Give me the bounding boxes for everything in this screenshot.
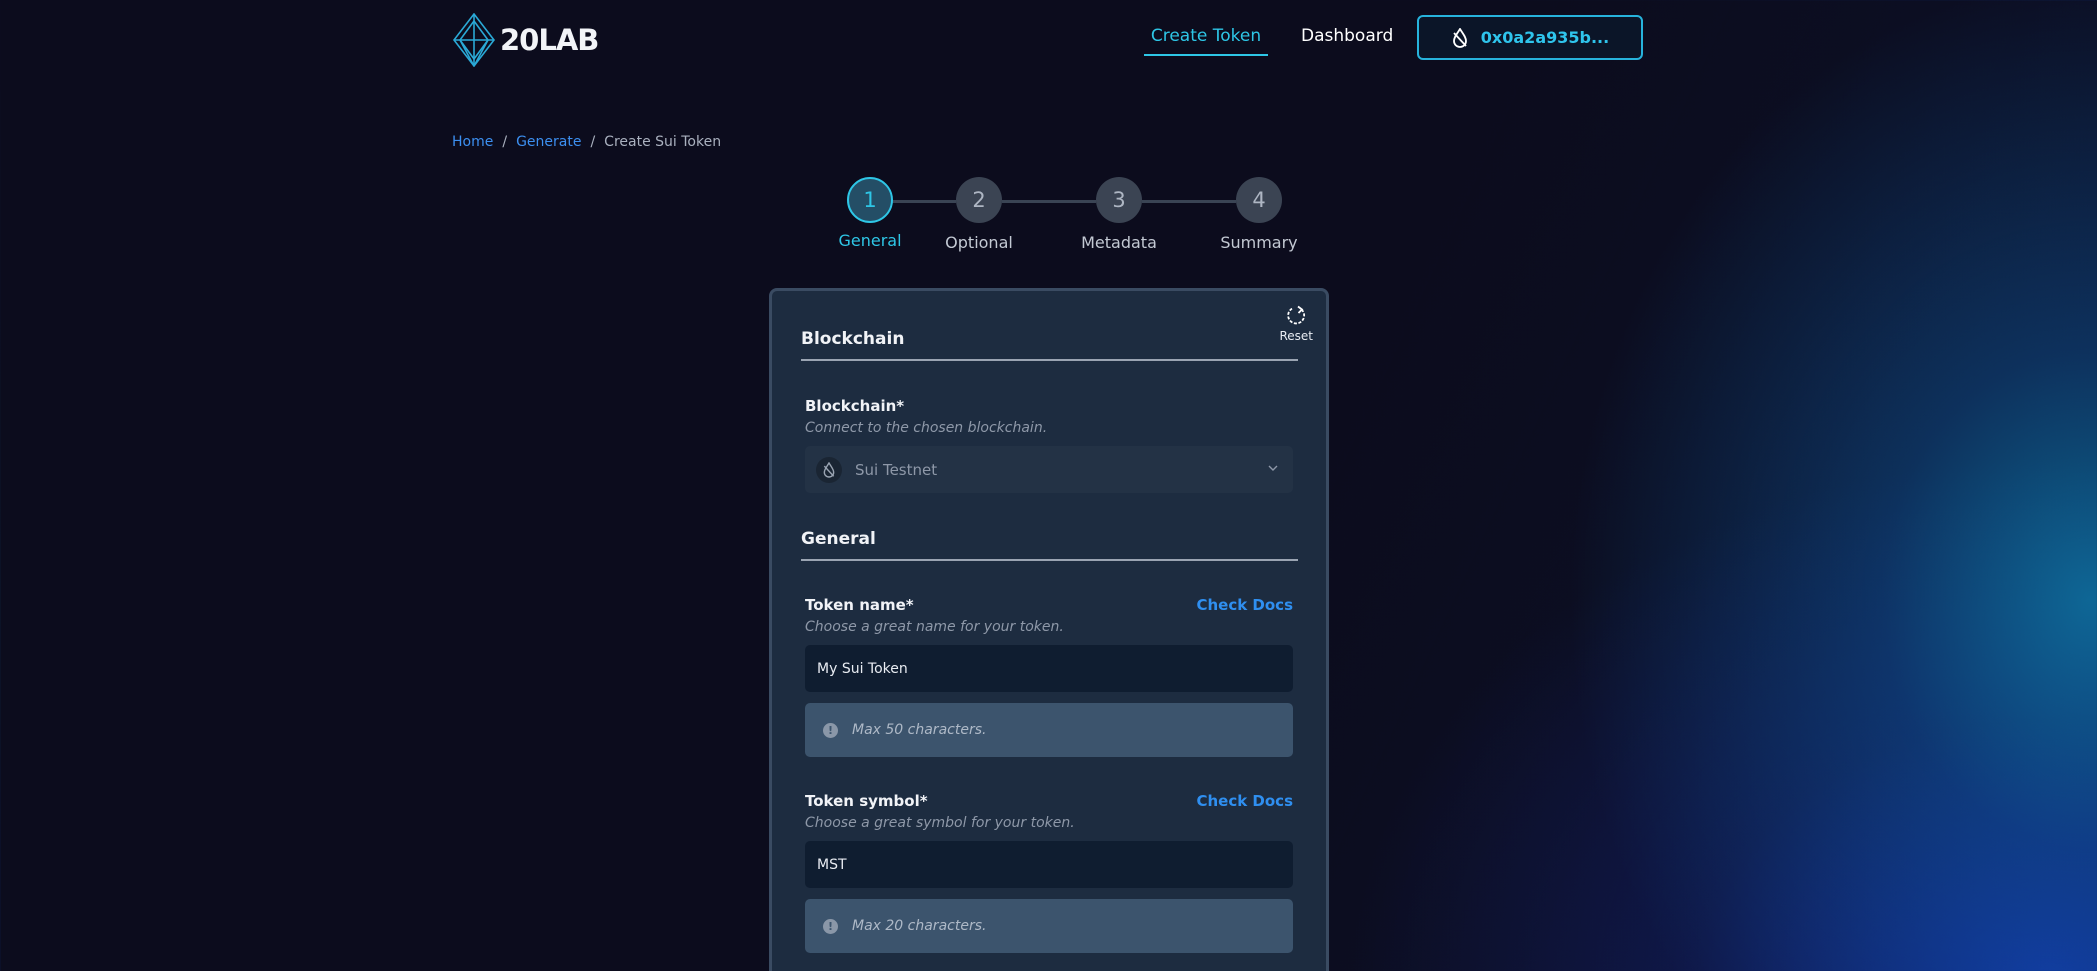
breadcrumb-separator: / [590,134,596,150]
sui-drop-icon [1452,27,1467,48]
diamond-logo-icon [452,13,496,67]
step-number: 3 [1096,177,1142,223]
token-symbol-label: Token symbol* [805,792,928,810]
blockchain-help: Connect to the chosen blockchain. [805,420,1048,436]
nav-create-token[interactable]: Create Token [1144,26,1268,56]
breadcrumb-generate[interactable]: Generate [516,134,581,150]
token-name-hint: ! Max 50 characters. [805,703,1293,757]
token-name-help: Choose a great name for your token. [805,619,1064,635]
step-label: Summary [1220,233,1298,252]
step-metadata[interactable]: 3 Metadata [1049,177,1189,252]
step-label: Metadata [1081,233,1157,252]
token-name-hint-text: Max 50 characters. [852,722,987,738]
step-summary[interactable]: 4 Summary [1189,177,1329,252]
step-optional[interactable]: 2 Optional [909,177,1049,252]
blockchain-select[interactable]: Sui Testnet [805,446,1293,493]
section-title-blockchain: Blockchain [801,329,1298,361]
chevron-down-icon [1268,465,1278,471]
wallet-button[interactable]: 0x0a2a935b... [1417,15,1643,60]
section-title-general: General [801,529,1298,561]
breadcrumb: Home / Generate / Create Sui Token [452,134,721,150]
nav-dashboard[interactable]: Dashboard [1301,26,1393,46]
token-name-check-docs-link[interactable]: Check Docs [1196,596,1293,614]
info-icon: ! [823,918,838,934]
step-number: 4 [1236,177,1282,223]
token-name-input[interactable] [805,645,1293,692]
step-number: 2 [956,177,1002,223]
logo-text: 20LAB [500,23,599,57]
step-number: 1 [847,177,893,223]
breadcrumb-current: Create Sui Token [604,134,722,150]
info-icon: ! [823,722,838,738]
token-symbol-help: Choose a great symbol for your token. [805,815,1075,831]
token-form-card: Reset Blockchain Blockchain* Connect to … [769,288,1329,971]
reset-icon [1287,305,1306,325]
blockchain-selected-value: Sui Testnet [855,460,938,479]
token-symbol-hint-text: Max 20 characters. [852,918,987,934]
token-symbol-input[interactable] [805,841,1293,888]
sui-drop-icon [816,456,842,483]
breadcrumb-separator: / [502,134,508,150]
token-symbol-check-docs-link[interactable]: Check Docs [1196,792,1293,810]
blockchain-label: Blockchain* [805,397,905,415]
step-label: Optional [945,233,1013,252]
stepper: 1 General 2 Optional 3 Metadata 4 Summar… [800,177,1300,257]
wallet-address: 0x0a2a935b... [1480,28,1610,47]
token-name-label: Token name* [805,596,914,614]
breadcrumb-home[interactable]: Home [452,134,493,150]
logo[interactable]: 20LAB [452,13,599,67]
token-symbol-hint: ! Max 20 characters. [805,899,1293,953]
